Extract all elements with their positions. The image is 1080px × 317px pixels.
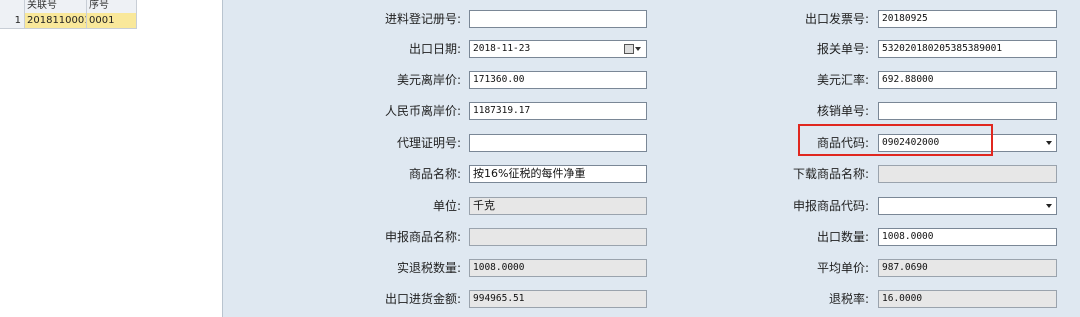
export-quantity-field[interactable]: 1008.0000 [878,228,1057,246]
export-date-value: 2018-11-23 [473,43,531,54]
label-agency-cert-no: 代理证明号: [396,136,461,150]
label-declared-product-name: 申报商品名称: [384,230,461,244]
label-verification-no: 核销单号: [816,104,869,118]
tax-refund-rate-field: 16.0000 [878,290,1057,308]
export-date-field[interactable]: 2018-11-23 [469,40,647,58]
detail-form-panel: 进料登记册号: 出口日期: 2018-11-23 美元离岸价: 171360.0… [223,0,1080,317]
label-actual-refund-qty: 实退税数量: [396,261,461,275]
customs-declaration-no-field[interactable]: 532020180205385389001 [878,40,1057,58]
product-name-field[interactable]: 按16%征税的每件净重 [469,165,647,183]
chevron-down-icon[interactable] [1046,141,1052,145]
export-purchase-amount-field: 994965.51 [469,290,647,308]
column-header-seq[interactable]: 序号 [87,0,137,13]
grid-header: 关联号 序号 [0,0,137,14]
import-register-no-field[interactable] [469,10,647,28]
agency-cert-no-field[interactable] [469,134,647,152]
record-grid: 关联号 序号 1 2018110001 0001 [0,0,223,317]
label-export-purchase-amount: 出口进货金额: [384,292,461,306]
label-export-quantity: 出口数量: [816,230,869,244]
verification-no-field[interactable] [878,102,1057,120]
label-downloaded-product-name: 下载商品名称: [792,167,869,181]
label-tax-refund-rate: 退税率: [828,292,869,306]
cell-seq[interactable]: 0001 [87,13,137,29]
label-average-unit-price: 平均单价: [816,261,869,275]
unit-field: 千克 [469,197,647,215]
table-row[interactable]: 1 2018110001 0001 [0,13,137,29]
row-number-header [0,0,25,13]
label-declared-product-code: 申报商品代码: [792,199,869,213]
usd-exchange-rate-field[interactable]: 692.88000 [878,71,1057,89]
label-import-register-no: 进料登记册号: [384,12,461,26]
average-unit-price-field: 987.0690 [878,259,1057,277]
label-unit: 单位: [432,199,461,213]
row-number: 1 [0,13,25,29]
label-export-date: 出口日期: [408,42,461,56]
usd-fob-field[interactable]: 171360.00 [469,71,647,89]
rmb-fob-field[interactable]: 1187319.17 [469,102,647,120]
cell-key[interactable]: 2018110001 [25,13,87,29]
label-rmb-fob: 人民币离岸价: [384,104,461,118]
label-export-invoice-no: 出口发票号: [804,12,869,26]
label-product-name: 商品名称: [408,167,461,181]
label-customs-declaration-no: 报关单号: [816,42,869,56]
actual-refund-qty-field: 1008.0000 [469,259,647,277]
highlight-box [798,124,993,156]
downloaded-product-name-field [878,165,1057,183]
label-usd-fob: 美元离岸价: [396,73,461,87]
export-invoice-no-field[interactable]: 20180925 [878,10,1057,28]
chevron-down-icon[interactable] [1046,204,1052,208]
column-header-key[interactable]: 关联号 [25,0,87,13]
declared-product-code-select[interactable] [878,197,1057,215]
label-usd-exchange-rate: 美元汇率: [816,73,869,87]
declared-product-name-field [469,228,647,246]
calendar-dropdown-icon[interactable] [624,43,642,55]
